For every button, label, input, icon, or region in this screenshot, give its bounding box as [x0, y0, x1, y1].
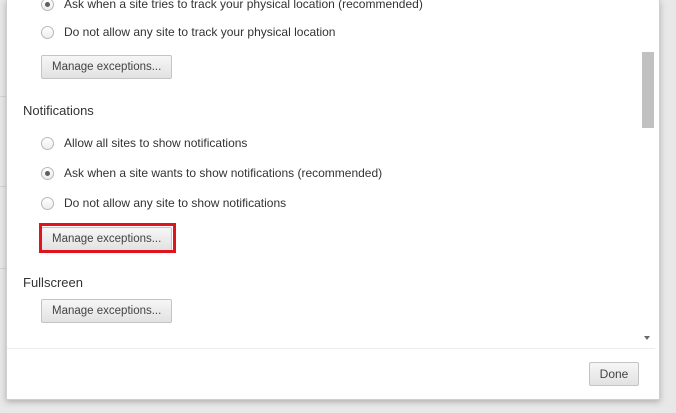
radio-label: Ask when a site tries to track your phys…	[64, 0, 423, 11]
notifications-option-allow[interactable]: Allow all sites to show notifications	[41, 135, 247, 151]
settings-scroll-area: Ask when a site tries to track your phys…	[7, 0, 641, 348]
location-option-block[interactable]: Do not allow any site to track your phys…	[41, 24, 335, 40]
radio-label: Allow all sites to show notifications	[64, 136, 248, 150]
radio-label: Do not allow any site to show notificati…	[64, 196, 287, 210]
vertical-scrollbar[interactable]	[641, 0, 655, 348]
notifications-option-block[interactable]: Do not allow any site to show notificati…	[41, 195, 286, 211]
radio-button[interactable]	[41, 196, 54, 210]
scrollbar-thumb[interactable]	[642, 52, 654, 128]
highlight-box	[39, 223, 176, 253]
fullscreen-section-title: Fullscreen	[23, 275, 83, 290]
scroll-down-arrow-icon[interactable]	[644, 336, 650, 340]
radio-button[interactable]	[41, 0, 54, 11]
notifications-section-title: Notifications	[23, 103, 94, 118]
done-button[interactable]: Done	[589, 362, 639, 386]
fullscreen-manage-exceptions-button[interactable]: Manage exceptions...	[41, 299, 173, 323]
radio-label: Ask when a site wants to show notificati…	[64, 166, 383, 180]
radio-label: Do not allow any site to track your phys…	[64, 25, 336, 39]
footer-divider	[7, 348, 655, 349]
radio-button[interactable]	[41, 25, 54, 39]
location-manage-exceptions-button[interactable]: Manage exceptions...	[41, 55, 173, 79]
radio-button[interactable]	[41, 166, 54, 180]
content-settings-dialog: Ask when a site tries to track your phys…	[6, 0, 660, 400]
notifications-option-ask[interactable]: Ask when a site wants to show notificati…	[41, 165, 382, 181]
radio-button[interactable]	[41, 136, 54, 150]
location-option-ask[interactable]: Ask when a site tries to track your phys…	[41, 0, 423, 12]
